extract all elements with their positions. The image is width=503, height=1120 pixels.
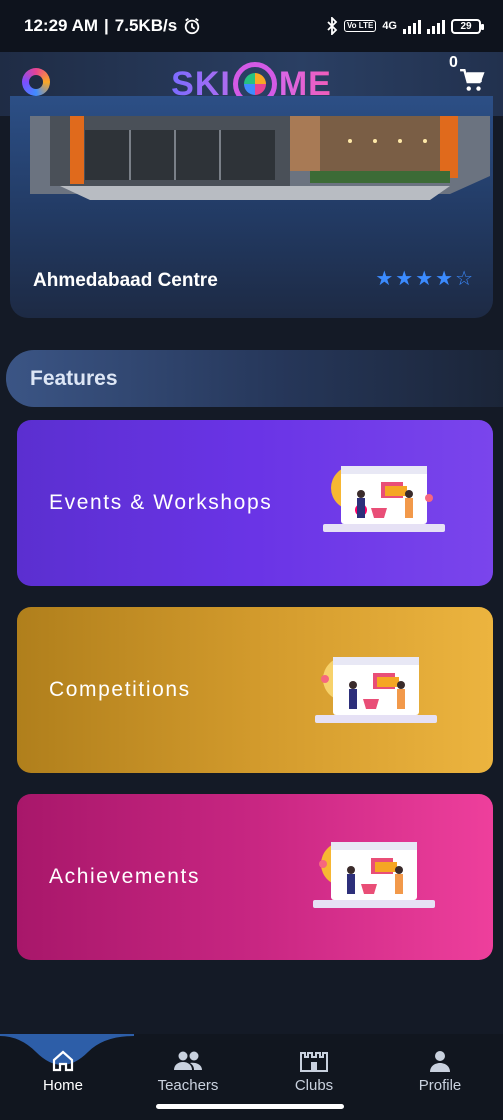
- status-left: 12:29 AM | 7.5KB/s: [24, 16, 201, 36]
- nav-teachers-label: Teachers: [157, 1077, 219, 1094]
- volte-badge: Vo LTE: [343, 20, 377, 32]
- status-separator: |: [104, 16, 109, 35]
- status-net-speed: 7.5KB/s: [114, 16, 178, 35]
- achievements-label: Achievements: [49, 865, 201, 888]
- network-type: 4G: [382, 20, 397, 32]
- battery-level: 29: [460, 20, 472, 32]
- star-filled-icon: ★: [375, 268, 394, 290]
- signal-icon: [403, 18, 421, 34]
- status-time: 12:29 AM: [24, 16, 99, 35]
- shopping-illustration-icon: [315, 657, 437, 723]
- clubs-icon: [300, 1052, 328, 1072]
- nav-home-label: Home: [42, 1077, 83, 1094]
- signal-icon-2: [427, 18, 445, 34]
- nav-clubs-label: Clubs: [294, 1077, 334, 1094]
- nav-clubs[interactable]: Clubs: [259, 1034, 369, 1094]
- features-title: Features: [30, 366, 118, 390]
- centre-building-image: [30, 116, 490, 200]
- events-workshops-label: Events & Workshops: [49, 491, 273, 514]
- star-filled-icon: ★: [435, 268, 454, 290]
- teachers-icon: [174, 1051, 202, 1070]
- star-filled-icon: ★: [395, 268, 414, 290]
- star-empty-icon: ☆: [455, 268, 473, 290]
- events-workshops-card[interactable]: Events & Workshops: [17, 420, 493, 586]
- cart-count-badge: 0: [449, 54, 458, 71]
- home-icon: [52, 1050, 74, 1072]
- features-heading: Features: [6, 350, 503, 407]
- alarm-icon: [184, 18, 200, 35]
- competitions-label: Competitions: [49, 678, 191, 701]
- rating-stars: ★ ★ ★ ★ ☆: [375, 268, 473, 290]
- achievements-card[interactable]: Achievements: [17, 794, 493, 960]
- shopping-illustration-icon: [313, 842, 435, 908]
- centre-card[interactable]: Ahmedabaad Centre ★ ★ ★ ★ ☆: [10, 96, 493, 318]
- cart-icon: [460, 68, 485, 91]
- nav-profile[interactable]: Profile: [385, 1034, 495, 1094]
- gesture-bar[interactable]: [156, 1104, 344, 1109]
- nav-teachers[interactable]: Teachers: [133, 1034, 243, 1094]
- nav-profile-label: Profile: [418, 1077, 462, 1094]
- menu-logo-icon[interactable]: [22, 68, 50, 96]
- status-bar: 12:29 AM | 7.5KB/s Vo LTE 4G 29: [0, 0, 503, 52]
- centre-name: Ahmedabaad Centre: [33, 270, 218, 291]
- shopping-illustration-icon: [323, 466, 445, 532]
- competitions-card[interactable]: Competitions: [17, 607, 493, 773]
- status-right: Vo LTE 4G 29: [326, 17, 484, 35]
- nav-home[interactable]: Home: [8, 1034, 118, 1094]
- star-filled-icon: ★: [415, 268, 434, 290]
- battery-icon: 29: [451, 18, 484, 34]
- cart-button[interactable]: 0: [445, 54, 485, 100]
- bluetooth-icon: [327, 17, 338, 35]
- profile-icon: [430, 1051, 450, 1072]
